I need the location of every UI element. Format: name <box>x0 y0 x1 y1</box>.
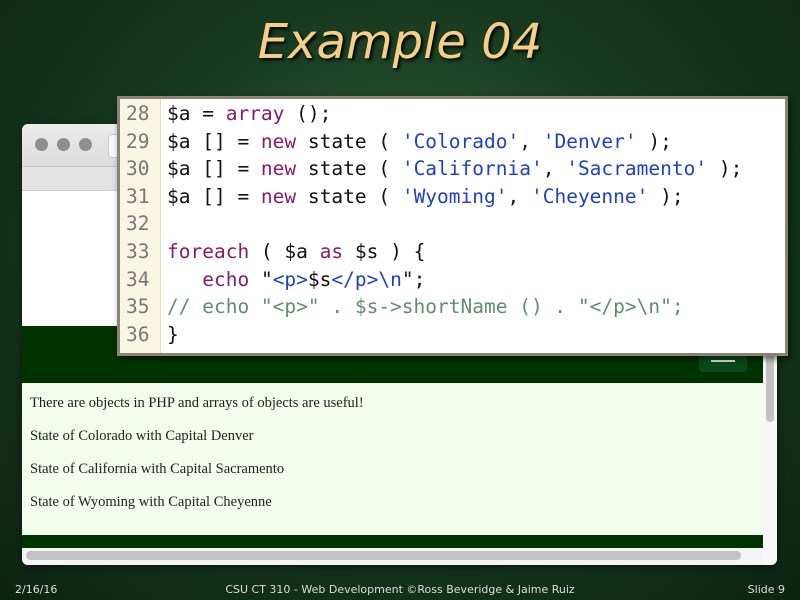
code-line: // echo "<p>" . $s->shortName () . "</p>… <box>167 295 684 319</box>
line-number: 31 <box>126 184 150 208</box>
content-paragraph: State of Colorado with Capital Denver <box>30 428 254 444</box>
line-number: 30 <box>126 157 150 181</box>
content-paragraph: State of Wyoming with Capital Cheyenne <box>30 494 272 510</box>
line-number: 36 <box>126 322 150 346</box>
line-number: 34 <box>126 267 150 291</box>
code-line: echo "<p>$s</p>\n"; <box>202 267 426 291</box>
horizontal-scrollbar[interactable] <box>22 548 763 565</box>
page-footer <box>22 535 763 548</box>
code-line: $a = array (); <box>167 102 332 125</box>
slide-number: Slide 9 <box>747 583 785 596</box>
close-window-button[interactable] <box>35 138 48 151</box>
code-line: $a [] = new state ( 'Colorado', 'Denver'… <box>167 129 672 153</box>
code-line: $a [] = new state ( 'California', 'Sacra… <box>167 157 743 181</box>
line-number: 28 <box>126 102 150 125</box>
content-paragraph: There are objects in PHP and arrays of o… <box>30 395 364 411</box>
minimize-window-button[interactable] <box>57 138 70 151</box>
line-number: 35 <box>126 295 150 319</box>
code-line: } <box>167 322 179 346</box>
slide-footer: CSU CT 310 - Web Development ©Ross Bever… <box>225 583 575 596</box>
line-number: 33 <box>126 240 150 263</box>
slide-title: Example 04 <box>257 14 543 70</box>
code-listing: 28 $a = array (); 29 $a [] = new state ( 'C… <box>117 96 788 356</box>
code-line: $a [] = new state ( 'Wyoming', 'Cheyenne… <box>167 184 684 208</box>
content-paragraph: State of California with Capital Sacrame… <box>30 461 285 477</box>
zoom-window-button[interactable] <box>79 138 92 151</box>
page-content: There are objects in PHP and arrays of o… <box>22 383 763 535</box>
line-number: 29 <box>126 129 150 153</box>
line-number: 32 <box>126 212 150 236</box>
code-line: foreach ( $a as $s ) { <box>167 240 426 263</box>
vertical-scrollbar[interactable] <box>763 326 777 565</box>
